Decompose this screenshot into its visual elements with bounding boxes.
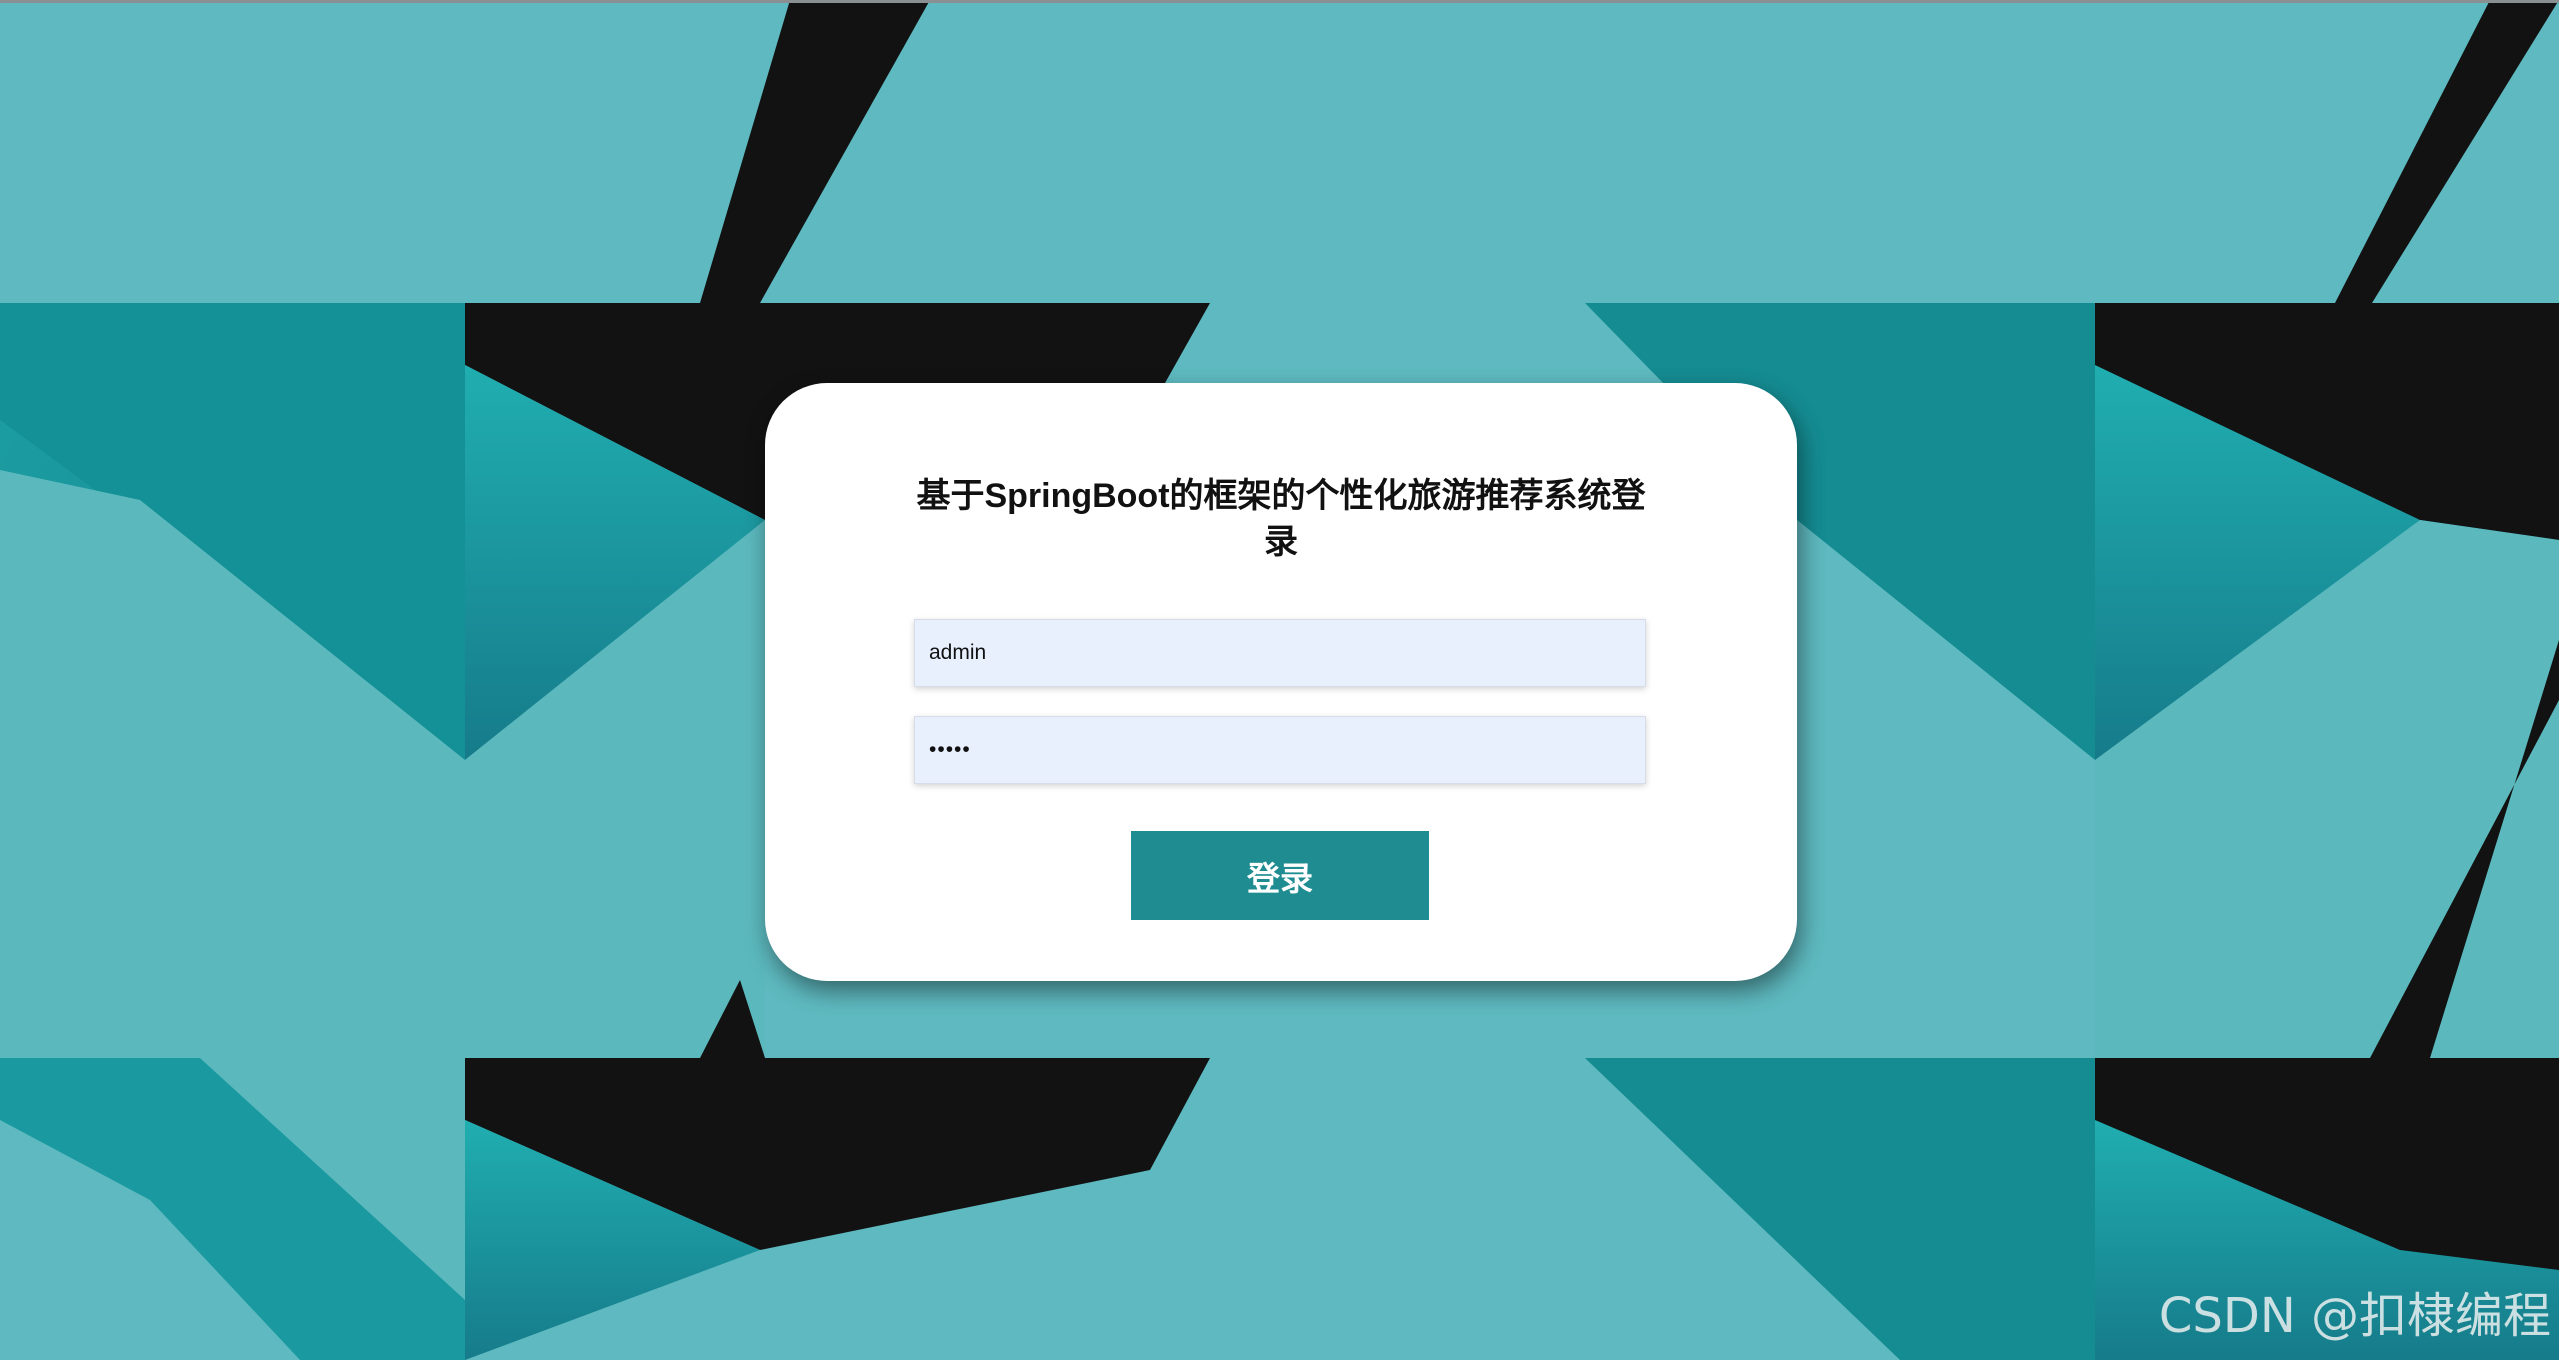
password-input[interactable] bbox=[914, 716, 1646, 784]
username-input[interactable] bbox=[914, 619, 1646, 687]
page-title: 基于SpringBoot的框架的个性化旅游推荐系统登录 bbox=[916, 477, 1646, 561]
window-top-border bbox=[0, 0, 2559, 3]
login-card: 基于SpringBoot的框架的个性化旅游推荐系统登录 登录 bbox=[765, 383, 1797, 981]
watermark-text: CSDN @扣棣编程 bbox=[2158, 1288, 2551, 1344]
login-button[interactable]: 登录 bbox=[1131, 831, 1429, 920]
